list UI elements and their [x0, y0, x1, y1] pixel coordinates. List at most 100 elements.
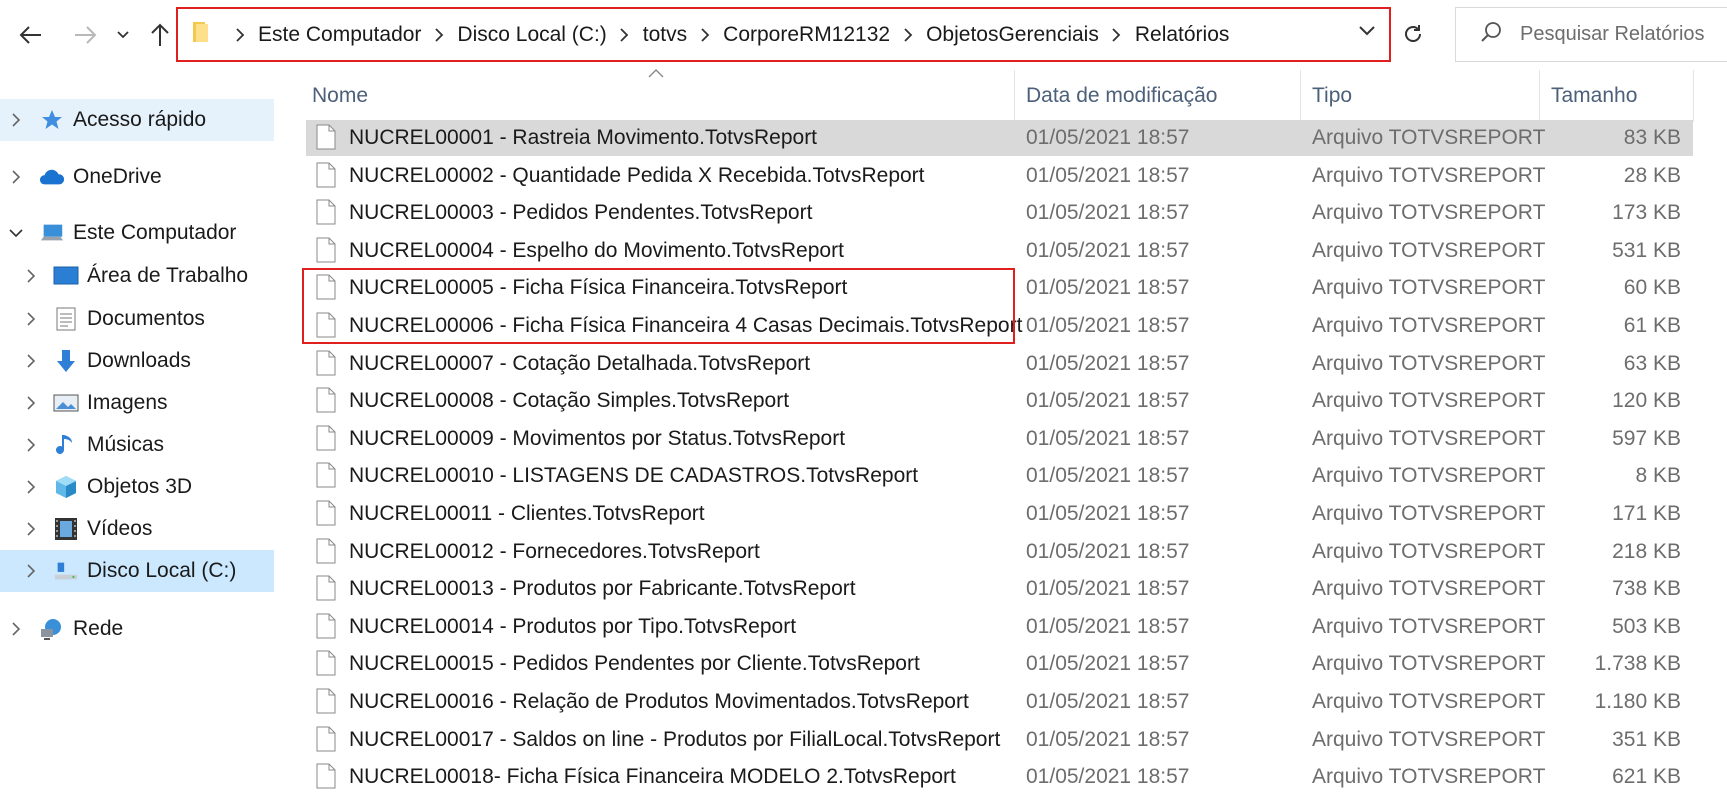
file-name: NUCREL00002 - Quantidade Pedida X Recebi… [349, 163, 925, 187]
nav-this-pc[interactable]: Este Computador [0, 212, 274, 254]
nav-quick-access[interactable]: Acesso rápido [0, 99, 274, 141]
chevron-right-icon[interactable] [8, 112, 24, 128]
file-row[interactable]: NUCREL00004 - Espelho do Movimento.Totvs… [306, 233, 1693, 269]
nav-music[interactable]: Músicas [0, 424, 274, 466]
file-name: NUCREL00010 - LISTAGENS DE CADASTROS.Tot… [349, 464, 919, 488]
file-row[interactable]: NUCREL00003 - Pedidos Pendentes.TotvsRep… [306, 195, 1693, 231]
address-dropdown-icon[interactable] [1359, 23, 1375, 41]
column-header-name[interactable]: Nome [312, 70, 368, 122]
pictures-icon [53, 390, 79, 416]
file-row[interactable]: NUCREL00006 - Ficha Física Financeira 4 … [306, 308, 1693, 344]
chevron-right-icon[interactable] [23, 268, 39, 284]
column-header-type[interactable]: Tipo [1312, 70, 1352, 122]
column-divider[interactable] [1300, 70, 1301, 122]
file-size: 218 KB [1612, 539, 1681, 563]
chevron-right-icon[interactable] [23, 311, 39, 327]
nav-label: Documentos [87, 307, 205, 330]
search-box[interactable]: Pesquisar Relatórios [1455, 7, 1727, 62]
breadcrumb-item[interactable]: Disco Local (C:) [457, 23, 606, 47]
chevron-right-icon[interactable] [23, 521, 39, 537]
column-header-size[interactable]: Tamanho [1551, 70, 1637, 122]
nav-3d-objects[interactable]: Objetos 3D [0, 466, 274, 508]
file-type: Arquivo TOTVSREPORT [1312, 276, 1546, 300]
file-type: Arquivo TOTVSREPORT [1312, 314, 1546, 337]
file-row[interactable]: NUCREL00015 - Pedidos Pendentes por Clie… [306, 646, 1693, 682]
breadcrumb-item[interactable]: totvs [643, 23, 687, 47]
nav-label: Acesso rápido [73, 108, 207, 131]
column-divider[interactable] [1539, 70, 1540, 122]
vertical-scrollbar[interactable] [1710, 70, 1727, 799]
file-type: Arquivo TOTVSREPORT [1312, 577, 1546, 601]
breadcrumb-item[interactable]: Este Computador [258, 23, 421, 47]
column-header-date[interactable]: Data de modificação [1026, 70, 1217, 122]
file-row[interactable]: NUCREL00008 - Cotação Simples.TotvsRepor… [306, 383, 1693, 419]
file-name: NUCREL00003 - Pedidos Pendentes.TotvsRep… [349, 201, 813, 225]
chevron-right-icon[interactable] [890, 27, 926, 42]
file-row[interactable]: NUCREL00007 - Cotação Detalhada.TotvsRep… [306, 346, 1693, 382]
refresh-button[interactable] [1398, 14, 1428, 54]
file-row[interactable]: NUCREL00014 - Produtos por Tipo.TotvsRep… [306, 609, 1693, 645]
nav-desktop[interactable]: Área de Trabalho [0, 255, 274, 297]
chevron-right-icon[interactable] [1099, 27, 1135, 42]
chevron-down-icon[interactable] [8, 225, 24, 241]
nav-downloads[interactable]: Downloads [0, 340, 274, 382]
file-type: Arquivo TOTVSREPORT [1312, 351, 1546, 375]
file-size: 1.180 KB [1594, 690, 1681, 713]
file-icon [316, 650, 336, 682]
chevron-right-icon[interactable] [23, 353, 39, 369]
file-row[interactable]: NUCREL00017 - Saldos on line - Produtos … [306, 722, 1693, 758]
file-icon [316, 425, 336, 457]
file-icon [316, 763, 336, 795]
file-row[interactable]: NUCREL00018- Ficha Física Financeira MOD… [306, 759, 1693, 795]
file-row[interactable]: NUCREL00016 - Relação de Produtos Movime… [306, 684, 1693, 720]
chevron-right-icon[interactable] [607, 27, 643, 42]
chevron-right-icon[interactable] [421, 27, 457, 42]
file-type: Arquivo TOTVSREPORT [1312, 727, 1546, 751]
breadcrumb-item[interactable]: ObjetosGerenciais [926, 23, 1099, 47]
chevron-right-icon[interactable] [222, 27, 258, 42]
breadcrumb-item[interactable]: CorporeRM12132 [723, 23, 890, 47]
chevron-right-icon[interactable] [23, 563, 39, 579]
column-divider[interactable] [1014, 70, 1015, 122]
file-row[interactable]: NUCREL00010 - LISTAGENS DE CADASTROS.Tot… [306, 458, 1693, 494]
network-icon [39, 616, 65, 642]
file-row[interactable]: NUCREL00001 - Rastreia Movimento.TotvsRe… [306, 120, 1693, 156]
file-row[interactable]: NUCREL00009 - Movimentos por Status.Totv… [306, 421, 1693, 457]
file-row[interactable]: NUCREL00002 - Quantidade Pedida X Recebi… [306, 158, 1693, 194]
breadcrumb-item[interactable]: Relatórios [1135, 23, 1230, 47]
file-size: 120 KB [1612, 389, 1681, 413]
file-name: NUCREL00006 - Ficha Física Financeira 4 … [349, 314, 1023, 337]
nav-documents[interactable]: Documentos [0, 298, 274, 340]
forward-button[interactable] [68, 18, 102, 52]
computer-icon [39, 220, 65, 246]
chevron-right-icon[interactable] [8, 169, 24, 185]
file-row[interactable]: NUCREL00005 - Ficha Física Financeira.To… [306, 270, 1693, 306]
back-button[interactable] [14, 18, 48, 52]
column-divider[interactable] [1693, 70, 1694, 122]
chevron-right-icon[interactable] [23, 395, 39, 411]
file-size: 63 KB [1623, 351, 1681, 375]
file-date: 01/05/2021 18:57 [1026, 765, 1190, 789]
chevron-right-icon[interactable] [8, 621, 24, 637]
file-size: 173 KB [1612, 201, 1681, 225]
search-placeholder[interactable]: Pesquisar Relatórios [1520, 23, 1705, 46]
recent-locations-button[interactable] [112, 18, 134, 52]
sort-ascending-icon [648, 69, 664, 78]
file-row[interactable]: NUCREL00013 - Produtos por Fabricante.To… [306, 571, 1693, 607]
file-icon [316, 613, 336, 645]
chevron-right-icon[interactable] [23, 479, 39, 495]
nav-local-disk-c[interactable]: Disco Local (C:) [0, 550, 274, 592]
chevron-right-icon[interactable] [23, 437, 39, 453]
address-bar[interactable]: Este Computador Disco Local (C:) totvs C… [176, 7, 1391, 62]
nav-label: Área de Trabalho [87, 264, 249, 287]
file-row[interactable]: NUCREL00011 - Clientes.TotvsReport 01/05/… [306, 496, 1693, 532]
nav-videos[interactable]: Vídeos [0, 508, 274, 550]
file-size: 738 KB [1612, 577, 1681, 601]
nav-pictures[interactable]: Imagens [0, 382, 274, 424]
up-button[interactable] [146, 18, 174, 52]
chevron-right-icon[interactable] [687, 27, 723, 42]
nav-network[interactable]: Rede [0, 608, 274, 650]
nav-onedrive[interactable]: OneDrive [0, 156, 274, 198]
file-row[interactable]: NUCREL00012 - Fornecedores.TotvsReport 01… [306, 534, 1693, 570]
file-name: NUCREL00016 - Relação de Produtos Movime… [349, 690, 969, 713]
